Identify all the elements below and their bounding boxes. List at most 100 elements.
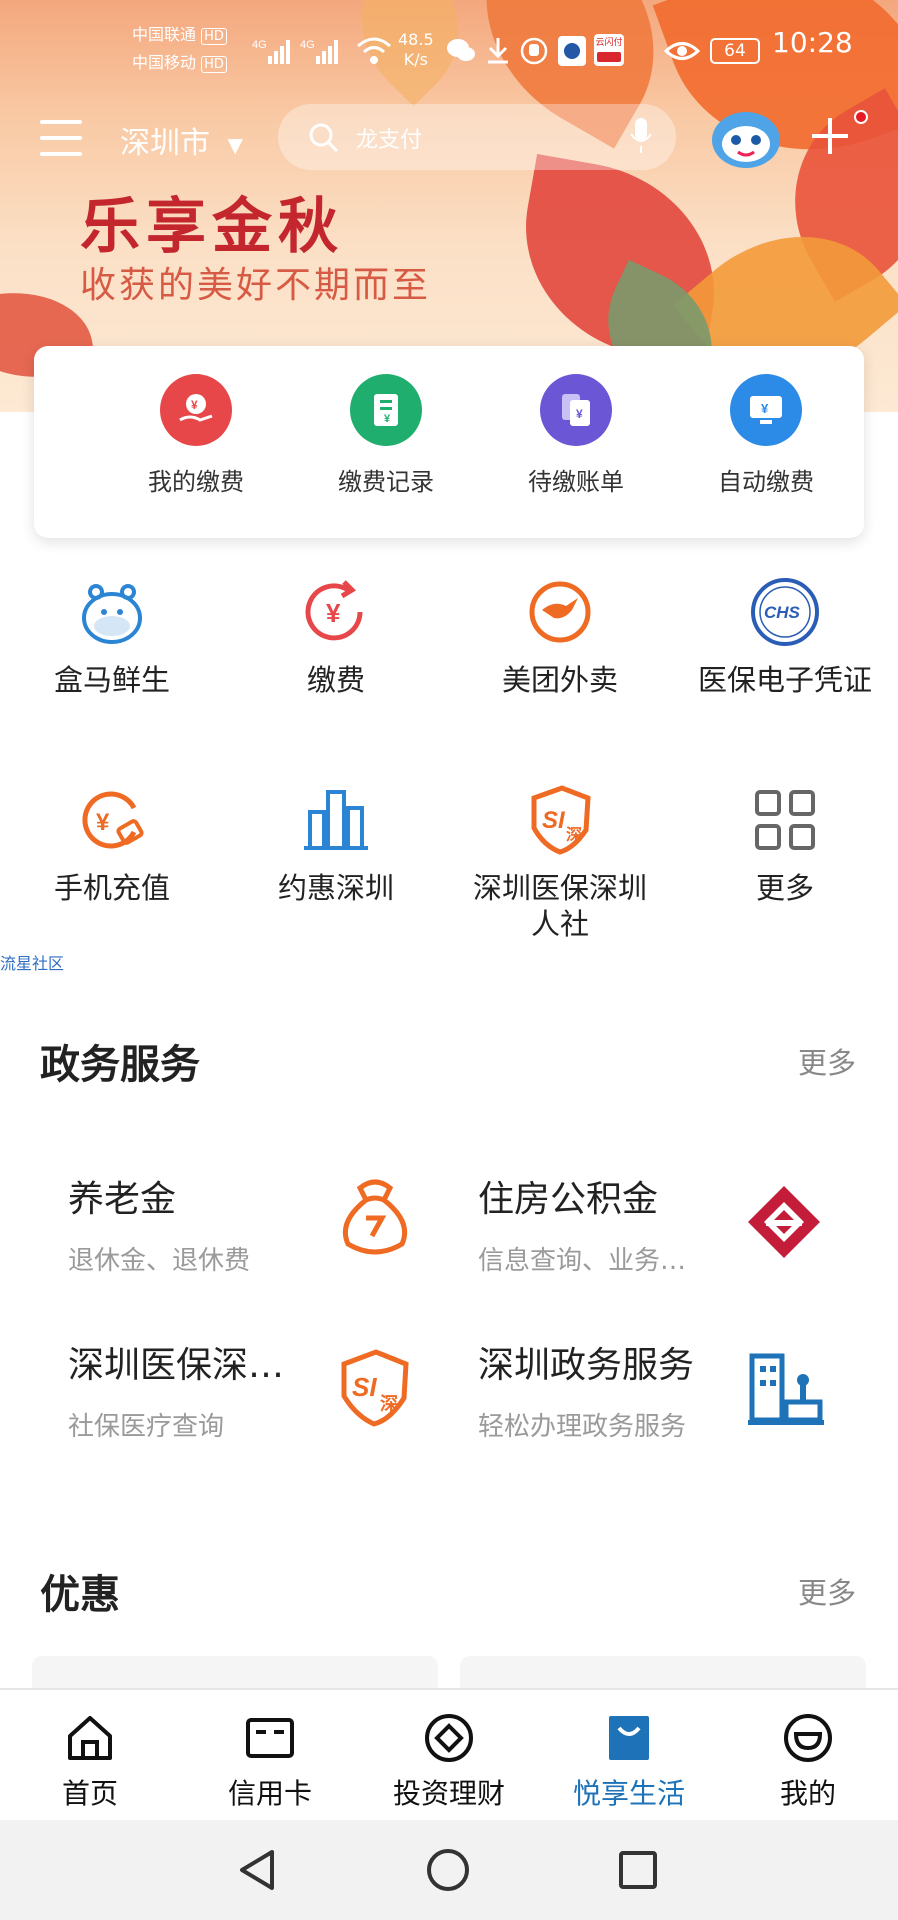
plus-icon[interactable] bbox=[810, 116, 850, 156]
gov-building-icon bbox=[746, 1350, 826, 1428]
search-bar[interactable]: 龙支付 bbox=[278, 104, 676, 170]
service-label: 医保电子凭证 bbox=[697, 663, 872, 697]
city-label: 深圳市 bbox=[120, 126, 210, 161]
tab-label: 投资理财 bbox=[392, 1777, 505, 1810]
svg-text:SI: SI bbox=[542, 807, 566, 834]
banner-subtitle: 收获的美好不期而至 bbox=[80, 265, 432, 306]
tab-label: 信用卡 bbox=[227, 1777, 312, 1810]
tab-invest[interactable]: 投资理财 bbox=[359, 1690, 539, 1812]
service-label: 美团外卖 bbox=[501, 663, 618, 697]
search-icon bbox=[308, 122, 340, 154]
svg-text:¥: ¥ bbox=[576, 407, 583, 421]
wifi-icon bbox=[356, 36, 392, 66]
service-label: 更多 bbox=[755, 871, 814, 905]
svg-text:4G: 4G bbox=[252, 39, 267, 51]
svg-text:深: 深 bbox=[566, 825, 582, 844]
svg-text:¥: ¥ bbox=[761, 401, 769, 416]
gov-item-subtitle: 信息查询、业务办理 bbox=[478, 1246, 708, 1276]
svg-text:CHS: CHS bbox=[764, 603, 801, 622]
mascot-avatar[interactable] bbox=[708, 106, 784, 170]
promo-section-title: 优惠 bbox=[40, 1572, 120, 1618]
app-notify-icon bbox=[558, 36, 586, 66]
service-payment[interactable]: ¥ 缴费 bbox=[224, 576, 448, 698]
gov-item-title: 深圳医保深圳人社 bbox=[68, 1345, 298, 1386]
union-pay-icon: 云闪付 bbox=[594, 34, 624, 66]
banner-title: 乐享金秋 bbox=[80, 192, 344, 262]
gov-section-title: 政务服务 bbox=[40, 1042, 200, 1088]
microphone-icon[interactable] bbox=[630, 118, 652, 154]
tab-label: 首页 bbox=[61, 1777, 118, 1810]
payment-hand-icon: ¥ bbox=[160, 374, 232, 446]
quick-actions-card: ¥ 我的缴费 ¥ 缴费记录 ¥ 待缴账单 ¥ 自动缴费 bbox=[34, 346, 864, 538]
quick-label: 待缴账单 bbox=[528, 468, 624, 496]
service-hema[interactable]: 盒马鲜生 bbox=[0, 576, 224, 698]
service-label: 盒马鲜生 bbox=[53, 663, 170, 697]
wechat-icon bbox=[446, 36, 476, 64]
service-meituan[interactable]: 美团外卖 bbox=[448, 576, 672, 698]
shopping-bag-icon bbox=[603, 1712, 655, 1764]
phone-recharge-icon: ¥ bbox=[76, 784, 148, 856]
notification-dot bbox=[854, 110, 868, 124]
svg-text:SI: SI bbox=[352, 1372, 377, 1402]
gov-item-title: 深圳政务服务 bbox=[478, 1345, 695, 1386]
back-nav-icon[interactable] bbox=[236, 1848, 280, 1892]
gov-item-pension[interactable]: 养老金 退休金、退休费 bbox=[68, 1170, 428, 1290]
tab-label: 悦享生活 bbox=[572, 1777, 685, 1810]
menu-icon[interactable] bbox=[40, 118, 84, 158]
si-shield-icon: SI 深 bbox=[524, 784, 596, 856]
system-navigation-bar bbox=[0, 1820, 898, 1920]
tab-label: 我的 bbox=[779, 1777, 836, 1810]
eye-icon bbox=[663, 38, 701, 64]
recents-nav-icon[interactable] bbox=[618, 1850, 658, 1890]
service-label: 手机充值 bbox=[53, 871, 170, 905]
pending-bill-icon: ¥ bbox=[540, 374, 612, 446]
svg-text:¥: ¥ bbox=[96, 809, 110, 836]
service-phone-recharge[interactable]: ¥ 手机充值 bbox=[0, 784, 224, 906]
credit-card-icon bbox=[244, 1712, 296, 1764]
gov-more-link[interactable]: 更多 bbox=[798, 1040, 856, 1082]
home-icon bbox=[64, 1712, 116, 1764]
gov-item-title: 住房公积金 bbox=[478, 1179, 659, 1220]
gov-item-shenzhen-gov[interactable]: 深圳政务服务 轻松办理政务服务 bbox=[478, 1336, 838, 1456]
hippo-icon bbox=[76, 576, 148, 648]
service-label: 深圳医保深圳人社 bbox=[472, 871, 647, 941]
quick-auto-pay[interactable]: ¥ 自动缴费 bbox=[671, 346, 861, 497]
svg-text:¥: ¥ bbox=[191, 398, 198, 412]
tab-profile[interactable]: 我的 bbox=[718, 1690, 898, 1812]
hand-shield-icon bbox=[520, 36, 548, 66]
yuan-refresh-icon: ¥ bbox=[300, 576, 372, 648]
battery-indicator: 64 bbox=[710, 38, 760, 64]
auto-pay-monitor-icon: ¥ bbox=[730, 374, 802, 446]
city-selector[interactable]: 深圳市 ▼ bbox=[120, 118, 243, 162]
quick-pending-bill[interactable]: ¥ 待缴账单 bbox=[481, 346, 671, 497]
carrier-2: 中国移动 HD bbox=[132, 54, 227, 74]
quick-payment-record[interactable]: ¥ 缴费记录 bbox=[291, 346, 481, 497]
tab-credit-card[interactable]: 信用卡 bbox=[180, 1690, 360, 1812]
svg-text:¥: ¥ bbox=[326, 598, 341, 628]
service-label: 约惠深圳 bbox=[277, 871, 394, 905]
tab-home[interactable]: 首页 bbox=[0, 1690, 180, 1812]
chs-badge-icon: CHS bbox=[749, 576, 821, 648]
service-medical-insurance[interactable]: CHS 医保电子凭证 bbox=[672, 576, 898, 698]
tab-life[interactable]: 悦享生活 bbox=[539, 1690, 719, 1812]
community-link[interactable]: 流星社区 bbox=[0, 950, 64, 974]
bottom-tab-bar: 首页 信用卡 投资理财 悦享生活 我的 bbox=[0, 1688, 898, 1820]
home-nav-icon[interactable] bbox=[426, 1848, 470, 1892]
promo-more-link[interactable]: 更多 bbox=[798, 1570, 856, 1612]
city-buildings-icon bbox=[300, 784, 372, 856]
money-bag-icon bbox=[334, 1176, 416, 1260]
receipt-record-icon: ¥ bbox=[350, 374, 422, 446]
invest-icon bbox=[423, 1712, 475, 1764]
quick-my-payment[interactable]: ¥ 我的缴费 bbox=[101, 346, 291, 497]
service-shenzhen-si[interactable]: SI 深 深圳医保深圳人社 bbox=[448, 784, 672, 942]
download-icon bbox=[484, 36, 512, 66]
gov-item-shenzhen-si[interactable]: 深圳医保深圳人社 社保医疗查询 SI深 bbox=[68, 1336, 428, 1456]
gov-item-housing-fund[interactable]: 住房公积金 信息查询、业务办理 bbox=[478, 1170, 838, 1290]
signal-1-icon: 4G bbox=[252, 34, 296, 66]
gov-item-subtitle: 退休金、退休费 bbox=[68, 1246, 251, 1276]
service-yuehui-shenzhen[interactable]: 约惠深圳 bbox=[224, 784, 448, 906]
network-speed: 48.5 K/s bbox=[398, 30, 434, 69]
service-more[interactable]: 更多 bbox=[672, 784, 898, 906]
svg-text:¥: ¥ bbox=[384, 413, 391, 425]
gov-item-subtitle: 社保医疗查询 bbox=[68, 1412, 225, 1442]
